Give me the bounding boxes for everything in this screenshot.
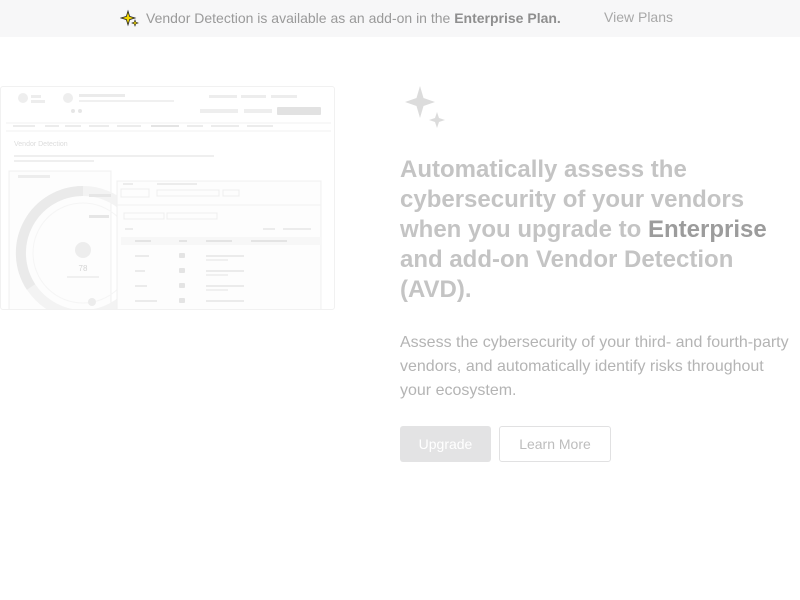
headline-enterprise: Enterprise: [648, 216, 767, 243]
vendor-detection-preview-image: Vendor Detection 78: [0, 86, 335, 310]
preview-title: Vendor Detection: [14, 141, 68, 148]
learn-more-button[interactable]: Learn More: [499, 426, 611, 462]
hero-description: Assess the cybersecurity of your third- …: [400, 334, 789, 399]
banner-plan-name: Enterprise Plan.: [454, 10, 561, 26]
sparkles-icon: [405, 86, 445, 128]
sparkle-icon: [120, 9, 139, 27]
upgrade-banner: Vendor Detection is available as an add-…: [0, 0, 800, 37]
banner-message: Vendor Detection is available as an add-…: [146, 10, 561, 26]
view-plans-link[interactable]: View Plans: [604, 9, 673, 25]
preview-illustration: Vendor Detection 78: [6, 93, 331, 309]
preview-score: 78: [79, 264, 88, 273]
upgrade-button[interactable]: Upgrade: [400, 426, 491, 462]
hero-headline: Automatically assess the cybersecurity o…: [400, 156, 767, 303]
